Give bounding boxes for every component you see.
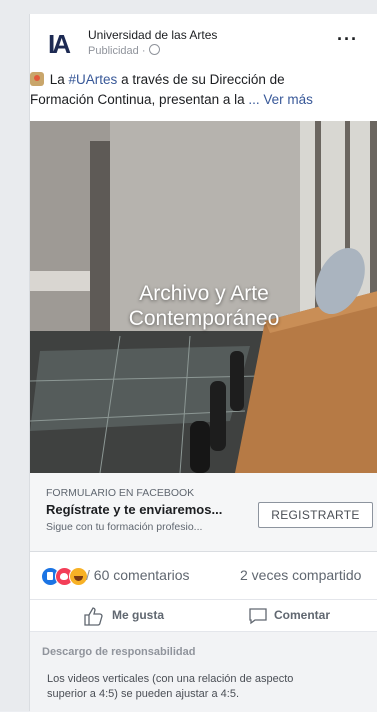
see-more-link[interactable]: ... Ver más [248,92,313,107]
globe-icon [148,44,160,55]
page-background: IA Universidad de las Artes Publicidad ·… [0,0,377,712]
video-title-overlay: Archivo y Arte Contemporáneo [30,281,377,331]
emoji-icon [30,72,44,86]
comment-button[interactable]: Comentar [248,608,331,625]
engagement-stats: / 60 comentarios 2 veces compartido [30,562,377,590]
separator: / [86,567,94,583]
page-name-link[interactable]: Universidad de las Artes [88,28,217,42]
comment-label: Comentar [274,608,331,622]
shares-count[interactable]: 2 veces compartido [240,567,361,583]
disclaimer-line-2: superior a 4:5) se pueden ajustar a 4:5. [47,688,240,700]
thumbs-up-icon [84,607,103,626]
action-bar: Me gusta Comentar [30,599,377,632]
hashtag-link[interactable]: #UArtes [69,72,118,87]
register-button[interactable]: REGISTRARTE [258,502,373,528]
page-logo[interactable]: IA [48,30,76,58]
disclaimer-title: Descargo de responsabilidad [42,646,196,658]
comment-icon [249,608,267,625]
post-text: La #UArtes a través de su Dirección de F… [30,70,370,110]
like-button[interactable]: Me gusta [82,607,165,626]
post-text-line-2: Formación Continua, presentan a la ... V… [30,90,370,110]
more-options-button[interactable]: ··· [337,30,358,48]
sponsored-label: Publicidad · [88,44,160,57]
ad-post-card: IA Universidad de las Artes Publicidad ·… [29,14,377,712]
disclaimer-body: Los videos verticales (con una relación … [47,672,367,702]
post-header: IA Universidad de las Artes Publicidad ·… [30,14,377,72]
disclaimer-section: Descargo de responsabilidad Los videos v… [30,631,377,712]
post-text-segment: a través de su Dirección de [117,72,285,87]
post-text-line-1: La #UArtes a través de su Dirección de [30,70,370,90]
video-title-line-1: Archivo y Arte [139,282,269,305]
video-title-line-2: Contemporáneo [128,307,280,330]
cta-caption: FORMULARIO EN FACEBOOK [46,487,195,499]
call-to-action-bar: FORMULARIO EN FACEBOOK Regístrate y te e… [30,473,377,552]
cta-headline[interactable]: Regístrate y te enviaremos... [46,502,222,517]
comments-count[interactable]: / 60 comentarios [86,567,190,583]
like-label: Me gusta [112,608,165,622]
sponsored-text: Publicidad · [88,45,149,57]
comments-count-text: 60 comentarios [93,567,190,583]
post-text-segment: Formación Continua, presentan a la [30,92,245,107]
disclaimer-line-1: Los videos verticales (con una relación … [47,673,294,685]
video-media[interactable]: Archivo y Arte Contemporáneo [30,121,377,473]
post-text-segment: La [46,72,69,87]
cta-description: Sigue con tu formación profesio... [46,521,203,533]
